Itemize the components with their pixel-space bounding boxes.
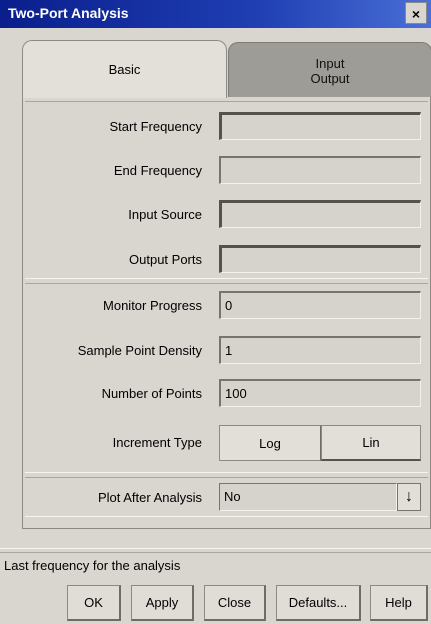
sample-point-density-label: Sample Point Density [77, 343, 202, 358]
output-ports-input[interactable] [219, 245, 421, 273]
tab-input-output-line1: Input [315, 55, 345, 71]
sampling-group: Monitor Progress 0 Sample Point Density … [25, 283, 428, 473]
defaults-button[interactable]: Defaults... [276, 585, 361, 621]
input-source-row: Input Source [25, 200, 428, 230]
plot-after-analysis-select[interactable]: No [219, 483, 397, 511]
window-title: Two-Port Analysis [8, 5, 129, 21]
start-frequency-input[interactable] [219, 112, 421, 140]
apply-button[interactable]: Apply [131, 585, 194, 621]
end-frequency-label: End Frequency [113, 163, 202, 178]
output-ports-label: Output Ports [129, 252, 202, 267]
tab-basic[interactable]: Basic [22, 40, 227, 98]
status-bar: Last frequency for the analysis [0, 552, 431, 578]
start-frequency-row: Start Frequency [25, 112, 428, 142]
title-bar: Two-Port Analysis × [0, 0, 431, 28]
increment-lin-button[interactable]: Lin [321, 425, 421, 461]
plot-group: Plot After Analysis No ↓ [25, 477, 428, 517]
output-ports-row: Output Ports [25, 245, 428, 275]
chevron-down-icon[interactable]: ↓ [397, 483, 421, 511]
increment-type-row: Increment Type Log Lin [25, 425, 428, 463]
increment-log-label: Log [259, 435, 281, 451]
status-separator [0, 548, 431, 551]
tab-input-output-label: Input Output [310, 56, 349, 86]
end-frequency-input[interactable] [219, 156, 421, 184]
sample-point-density-row: Sample Point Density 1 [25, 336, 428, 366]
input-source-input[interactable] [219, 200, 421, 228]
start-frequency-label: Start Frequency [109, 119, 203, 134]
ok-button[interactable]: OK [67, 585, 121, 621]
increment-lin-label: Lin [362, 435, 380, 450]
close-button[interactable]: Close [204, 585, 266, 621]
basic-panel: Start Frequency End Frequency Input Sour… [22, 97, 431, 529]
increment-type-label: Increment Type [112, 435, 202, 450]
tab-basic-label: Basic [108, 62, 141, 77]
increment-log-button[interactable]: Log [219, 425, 321, 461]
frequency-group: Start Frequency End Frequency Input Sour… [25, 101, 428, 279]
tab-input-output-line2: Output [310, 70, 350, 86]
input-source-label: Input Source [128, 207, 202, 222]
monitor-progress-label: Monitor Progress [103, 298, 202, 313]
help-button[interactable]: Help [370, 585, 428, 621]
plot-after-analysis-label: Plot After Analysis [97, 490, 202, 505]
monitor-progress-input[interactable]: 0 [219, 291, 421, 319]
close-icon[interactable]: × [405, 2, 427, 24]
end-frequency-row: End Frequency [25, 156, 428, 186]
sample-point-density-input[interactable]: 1 [219, 336, 421, 364]
number-of-points-label: Number of Points [101, 386, 202, 401]
plot-after-analysis-row: Plot After Analysis No ↓ [25, 483, 428, 513]
number-of-points-row: Number of Points 100 [25, 379, 428, 409]
monitor-progress-row: Monitor Progress 0 [25, 291, 428, 321]
tab-input-output[interactable]: Input Output [228, 42, 431, 98]
number-of-points-input[interactable]: 100 [219, 379, 421, 407]
